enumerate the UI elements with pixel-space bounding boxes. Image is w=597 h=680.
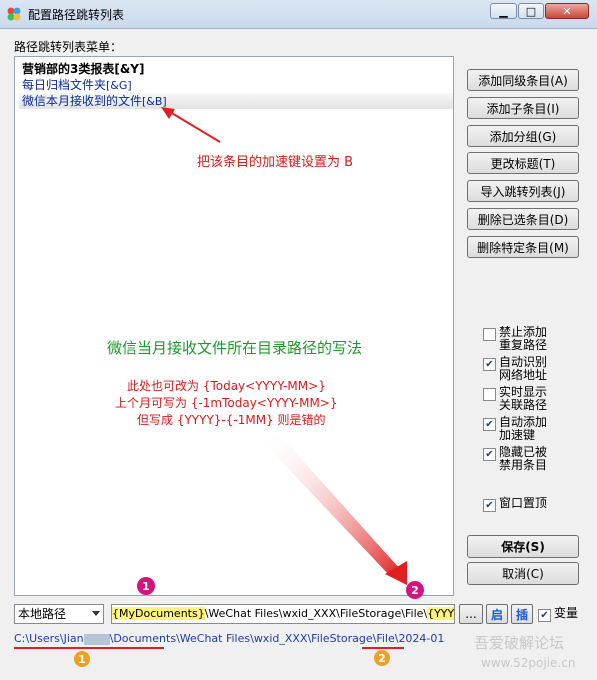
path-input[interactable]: {MyDocuments}\WeChat Files\wxid_XXX\File… xyxy=(111,604,455,624)
import-list-button[interactable]: 导入跳转列表(J) xyxy=(467,180,579,202)
checkbox[interactable]: ✔ xyxy=(483,499,496,512)
window-title: 配置路径跳转列表 xyxy=(28,8,125,22)
insert-button[interactable]: 插 xyxy=(511,604,533,624)
path-type-select[interactable]: 本地路径 xyxy=(14,604,104,624)
checkbox[interactable]: ✔ xyxy=(483,358,496,371)
checkbox[interactable] xyxy=(483,388,496,401)
maximize-icon: □ xyxy=(525,4,537,18)
option-hide-disabled[interactable]: ✔ 隐藏已被禁用条目 xyxy=(483,446,555,472)
path-tree[interactable]: 营销部的3类报表[&Y] 每日归档文件夹[&G] 微信本月接收到的文件[&B] … xyxy=(14,56,454,596)
title-bar: 配置路径跳转列表 ▁ □ ✕ xyxy=(0,0,597,29)
minimize-icon: ▁ xyxy=(499,4,508,18)
option-detect-network[interactable]: ✔ 自动识别网络地址 xyxy=(483,356,555,382)
browse-button[interactable]: ... xyxy=(459,604,483,624)
badge-1: 1 xyxy=(137,577,155,595)
add-group-button[interactable]: 添加分组(G) xyxy=(467,125,579,147)
minimize-button[interactable]: ▁ xyxy=(490,3,517,19)
option-always-on-top[interactable]: ✔ 窗口置顶 xyxy=(483,497,555,512)
checkbox[interactable]: ✔ xyxy=(483,448,496,461)
resolved-path: C:\Users\Jian \Documents\WeChat Files\wxi… xyxy=(14,632,445,645)
change-title-button[interactable]: 更改标题(T) xyxy=(467,152,579,174)
app-icon xyxy=(7,7,21,21)
maximize-button[interactable]: □ xyxy=(518,3,544,19)
badge-3: 1 xyxy=(74,651,90,667)
annotation-arrows xyxy=(161,107,407,585)
path-syntax-annotation: 微信当月接收文件所在目录路径的写法 xyxy=(107,339,363,357)
close-icon: ✕ xyxy=(562,4,572,18)
badge-4: 2 xyxy=(374,650,390,666)
start-button[interactable]: 启 xyxy=(486,604,508,624)
variable-toggle[interactable]: ✔ 变量 xyxy=(538,607,578,622)
option-show-related[interactable]: 实时显示关联路径 xyxy=(483,386,555,412)
note-line-3: 但写成 {YYYY}-{-1MM} 则是错的 xyxy=(137,413,326,427)
add-child-button[interactable]: 添加子条目(I) xyxy=(467,97,579,119)
save-button[interactable]: 保存(S) xyxy=(467,535,579,558)
delete-selected-button[interactable]: 删除已选条目(D) xyxy=(467,208,579,230)
checkbox[interactable]: ✔ xyxy=(538,609,551,622)
chevron-down-icon xyxy=(92,611,100,616)
checkbox[interactable]: ✔ xyxy=(483,418,496,431)
option-no-duplicate[interactable]: 禁止添加重复路径 xyxy=(483,326,555,352)
underline-2 xyxy=(362,647,404,649)
menu-label: 路径跳转列表菜单： xyxy=(14,40,123,54)
note-line-1: 此处也可改为 {Today<YYYY-MM>} xyxy=(127,379,326,393)
checkbox[interactable] xyxy=(483,328,496,341)
add-sibling-button[interactable]: 添加同级条目(A) xyxy=(467,69,579,91)
cancel-button[interactable]: 取消(C) xyxy=(467,562,579,585)
note-line-2: 上个月可写为 {-1mToday<YYYY-MM>} xyxy=(115,396,338,410)
close-button[interactable]: ✕ xyxy=(545,3,589,19)
delete-specific-button[interactable]: 删除特定条目(M) xyxy=(467,236,579,258)
watermark-url: www.52pojie.cn xyxy=(481,656,576,670)
option-auto-hotkey[interactable]: ✔ 自动添加加速键 xyxy=(483,416,555,442)
badge-2: 2 xyxy=(406,581,424,599)
hotkey-annotation: 把该条目的加速键设置为 B xyxy=(197,155,354,170)
watermark: 吾爱破解论坛 xyxy=(474,634,565,652)
redacted-segment xyxy=(83,633,110,645)
underline-1 xyxy=(14,647,164,649)
